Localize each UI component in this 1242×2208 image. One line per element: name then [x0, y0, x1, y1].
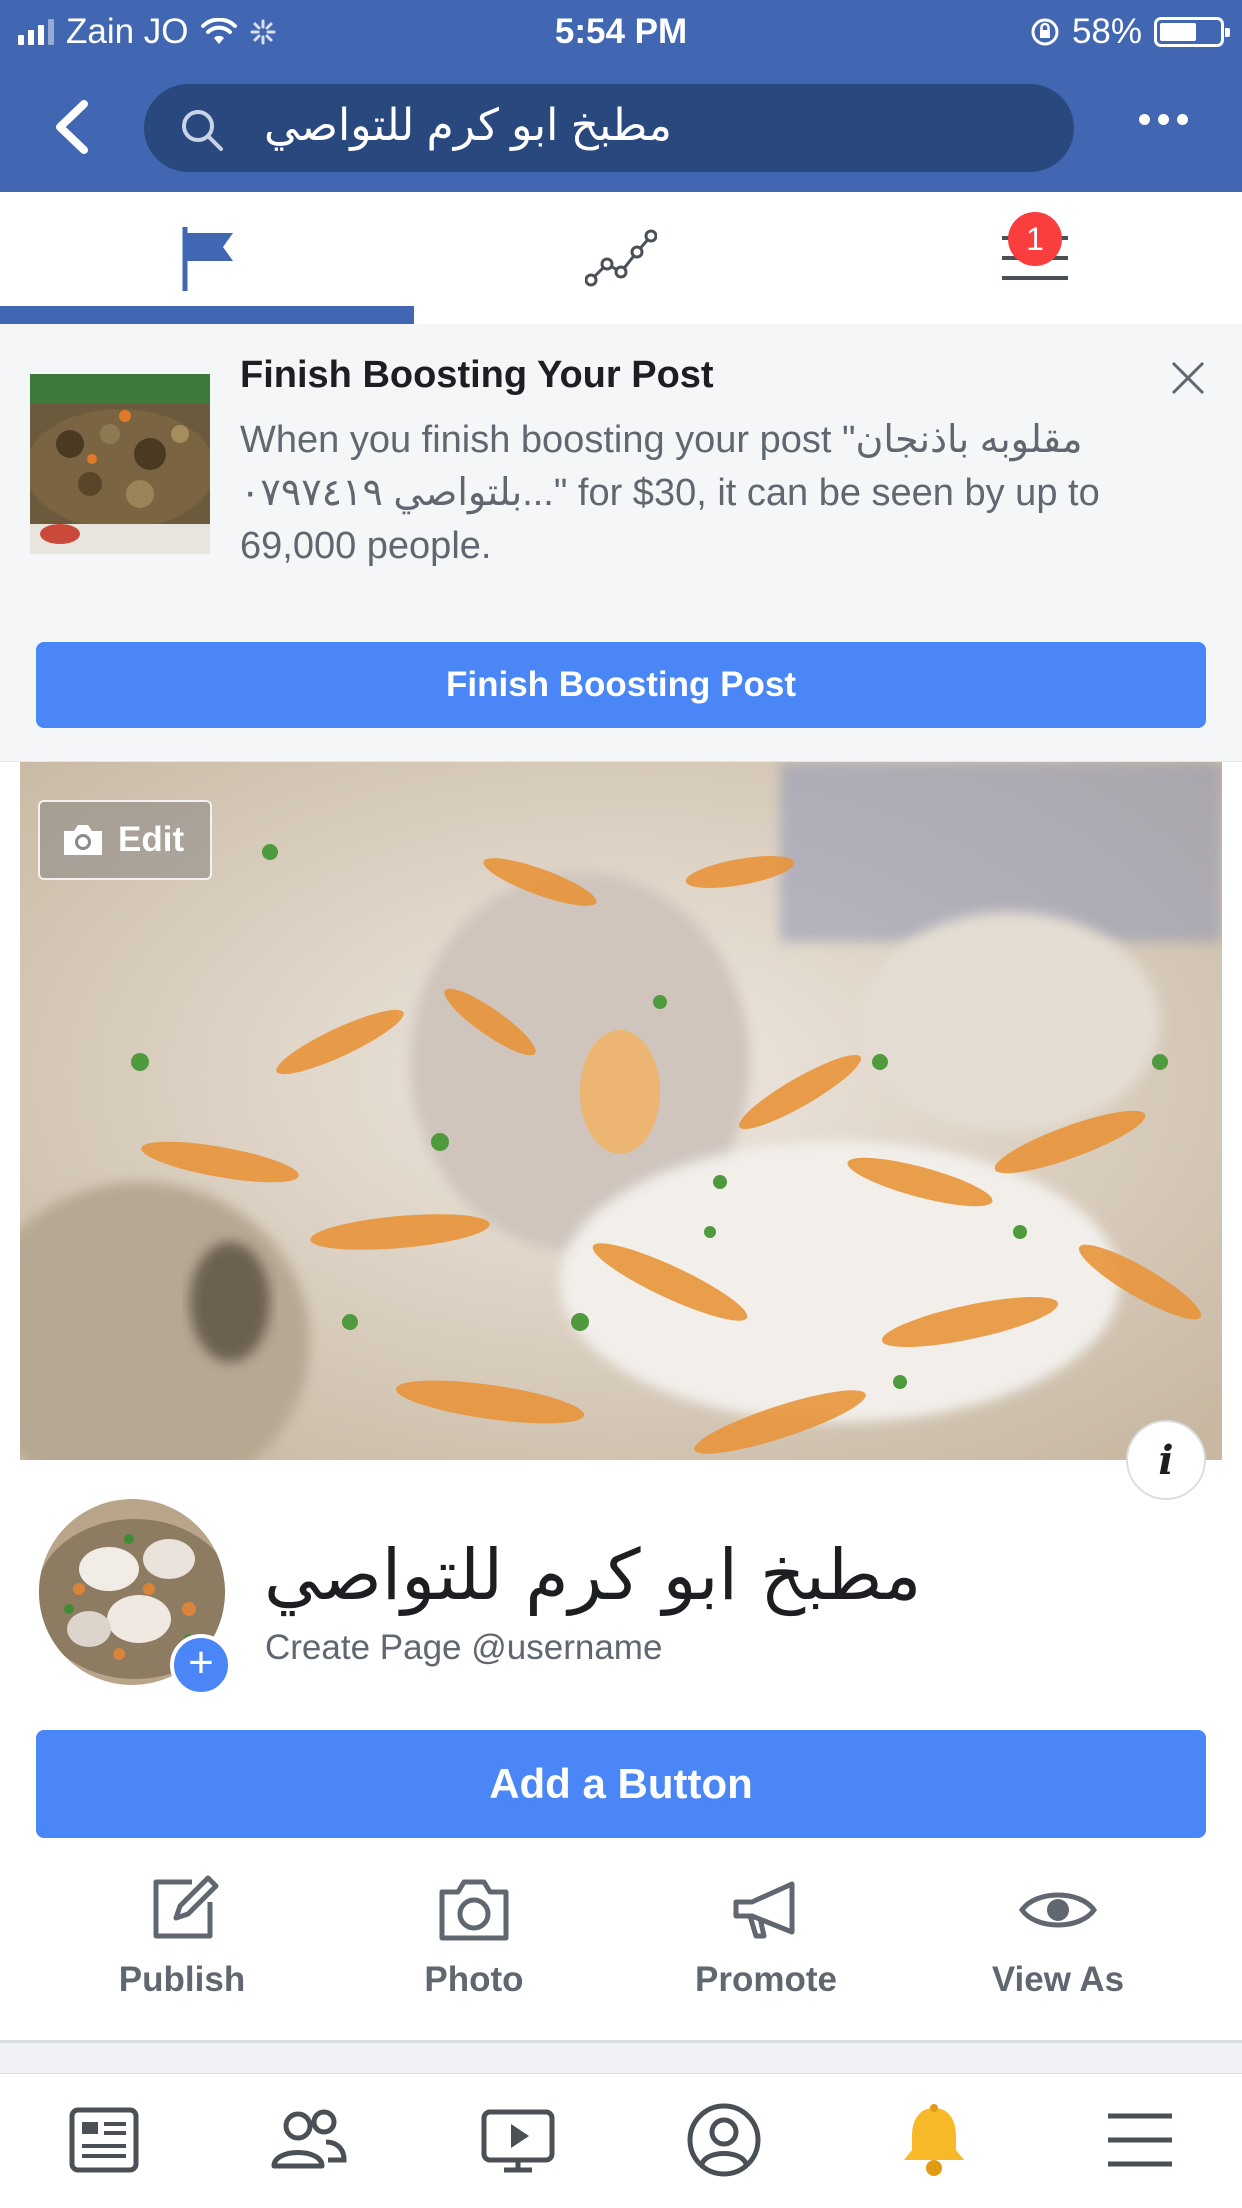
camera-icon [64, 825, 102, 855]
view-as-button[interactable]: View As [912, 1870, 1204, 2020]
app-root: Zain JO 5:54 PM 58% مطبخ ابو كرم للتواصي… [0, 0, 1242, 2208]
search-bar[interactable]: مطبخ ابو كرم للتواصي [144, 84, 1074, 172]
boost-banner: Finish Boosting Your Post When you finis… [0, 324, 1242, 762]
battery-percent: 58% [1071, 12, 1142, 51]
eye-icon [1018, 1892, 1098, 1928]
view-as-label: View As [991, 1960, 1125, 1999]
publish-button[interactable]: Publish [36, 1870, 328, 2020]
add-profile-photo-button[interactable]: + [170, 1634, 232, 1696]
publish-label: Publish [118, 1960, 246, 1999]
flag-icon [182, 227, 233, 291]
finish-boosting-button[interactable]: Finish Boosting Post [36, 642, 1206, 728]
info-icon[interactable]: i [1126, 1420, 1206, 1500]
camera-icon [439, 1879, 509, 1941]
notification-badge: 1 [1008, 212, 1062, 266]
rotation-lock-icon [1031, 18, 1059, 46]
status-right: 58% [1030, 12, 1230, 52]
photo-label: Photo [424, 1960, 524, 1999]
boost-title: Finish Boosting Your Post [240, 354, 714, 396]
page-tabs: 1 [0, 192, 1242, 324]
page-actions: Publish Photo Promote View As [0, 1870, 1242, 2040]
more-dots-icon[interactable] [1139, 114, 1188, 125]
insights-graph-icon [585, 229, 657, 287]
edit-cover-button[interactable]: Edit [38, 800, 212, 880]
bell-icon[interactable] [894, 2100, 974, 2180]
boost-body: When you finish boosting your post "مقلو… [240, 419, 1100, 567]
active-tab-indicator [0, 306, 414, 324]
edit-icon [153, 1875, 219, 1939]
page-title: مطبخ ابو كرم للتواصي [264, 1534, 922, 1616]
promote-button[interactable]: Promote [620, 1870, 912, 2020]
status-bar: Zain JO 5:54 PM 58% [0, 0, 1242, 62]
bottom-tab-bar [0, 2073, 1242, 2208]
chevron-left-icon[interactable] [48, 98, 94, 156]
battery-icon [1154, 17, 1230, 47]
menu-icon[interactable] [1100, 2100, 1180, 2180]
edit-cover-label: Edit [118, 820, 185, 859]
news-feed-icon[interactable] [64, 2100, 144, 2180]
add-a-button[interactable]: Add a Button [36, 1730, 1206, 1838]
search-text: مطبخ ابو كرم للتواصي [264, 101, 672, 150]
search-icon [182, 110, 223, 151]
tab-insights[interactable] [414, 192, 828, 324]
photo-button[interactable]: Photo [328, 1870, 620, 2020]
top-bar: Zain JO 5:54 PM 58% مطبخ ابو كرم للتواصي [0, 0, 1242, 192]
section-gap [0, 2043, 1242, 2073]
create-username-link[interactable]: Create Page @username [265, 1628, 662, 1668]
promote-label: Promote [695, 1960, 837, 1999]
tab-page[interactable] [0, 192, 414, 324]
close-icon[interactable] [1170, 360, 1206, 396]
profile-icon[interactable] [684, 2100, 764, 2180]
watch-icon[interactable] [478, 2100, 558, 2180]
megaphone-icon [733, 1881, 795, 1939]
post-thumbnail[interactable] [30, 374, 210, 554]
friends-icon[interactable] [268, 2100, 348, 2180]
